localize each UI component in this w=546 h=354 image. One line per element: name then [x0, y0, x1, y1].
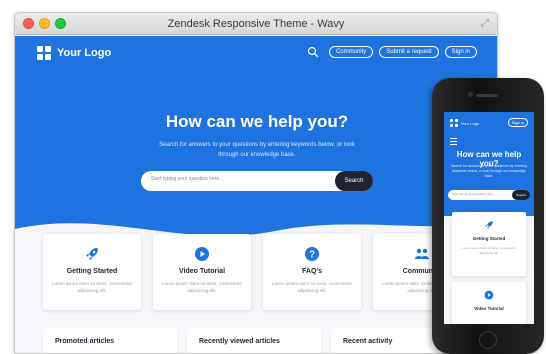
phone-card-getting-started[interactable]: Getting Started Lorem ipsum dolor sit am…: [452, 212, 526, 276]
question-icon: ?: [305, 247, 319, 261]
search-input[interactable]: [151, 176, 321, 182]
category-card-getting-started[interactable]: Getting Started Lorem ipsum dolor sit am…: [43, 234, 141, 310]
fullscreen-icon[interactable]: ⤢: [481, 18, 489, 29]
play-icon: [484, 290, 494, 300]
phone-card-description: Lorem ipsum dolor sit amet, consectetur …: [462, 246, 516, 255]
window-title: Zendesk Responsive Theme - Wavy: [167, 18, 345, 30]
hero-title: How can we help you?: [165, 112, 349, 131]
site-logo[interactable]: Your Logo: [37, 46, 111, 60]
phone-screen: Your Logo Sign in How can we help you? S…: [444, 112, 534, 324]
section-title: Recently viewed articles: [199, 338, 280, 345]
phone-hero: Your Logo Sign in How can we help you? S…: [444, 112, 534, 216]
section-title: Recent activity: [343, 338, 393, 345]
hero-subtitle: Search for answers to your questions by …: [159, 142, 355, 158]
promoted-articles-section: Promoted articles: [43, 328, 177, 353]
phone-card-video-tutorial[interactable]: Video Tutorial: [452, 282, 526, 324]
browser-window: Zendesk Responsive Theme - Wavy ⤢ Your L…: [14, 12, 498, 354]
people-icon: [415, 248, 429, 259]
phone-logo-text: Your Logo: [461, 120, 480, 126]
logo-text: Your Logo: [57, 47, 112, 59]
phone-logo[interactable]: Your Logo: [450, 119, 479, 127]
search-bar: Search: [141, 171, 373, 191]
top-nav: Community Submit a request Sign in: [307, 46, 477, 58]
window-titlebar: Zendesk Responsive Theme - Wavy ⤢: [15, 13, 497, 35]
rocket-icon: [86, 248, 98, 260]
section-title: Promoted articles: [55, 338, 115, 345]
phone-hero-subtitle: Search for answers to your questions by …: [450, 164, 528, 178]
sign-in-button[interactable]: Sign in: [444, 46, 477, 58]
svg-text:?: ?: [309, 250, 315, 261]
category-card-faqs[interactable]: ? FAQ's Lorem ipsum dolor sit amet, cons…: [263, 234, 361, 310]
logo-icon: [37, 46, 51, 60]
phone-speaker: [476, 94, 498, 97]
phone-search-input[interactable]: Start typing your question here...: [452, 192, 495, 196]
phone-search-button[interactable]: Search: [512, 190, 530, 200]
card-description: Lorem ipsum dolor sit amet, consectetur …: [271, 281, 353, 293]
phone-card-title: Getting Started: [472, 236, 506, 241]
search-button[interactable]: Search: [335, 171, 373, 191]
card-title: Getting Started: [66, 268, 118, 275]
play-icon: [195, 247, 209, 261]
search-icon[interactable]: [307, 46, 319, 58]
logo-icon: [450, 119, 458, 127]
card-title: FAQ's: [302, 268, 322, 275]
submit-request-button[interactable]: Submit a request: [379, 46, 439, 58]
card-description: Lorem ipsum dolor sit amet, consectetur …: [51, 281, 133, 293]
phone-sign-in-button[interactable]: Sign in: [507, 118, 528, 127]
phone-search-bar: Start typing your question here... Searc…: [448, 190, 530, 200]
card-description: Lorem ipsum dolor sit amet, consectetur …: [161, 281, 243, 293]
community-button[interactable]: Community: [328, 46, 374, 58]
rocket-icon: [485, 221, 493, 229]
card-title: Video Tutorial: [178, 268, 226, 275]
phone-mockup: Your Logo Sign in How can we help you? S…: [432, 78, 544, 354]
recently-viewed-section: Recently viewed articles: [187, 328, 321, 353]
menu-icon[interactable]: [450, 138, 457, 145]
phone-card-title: Video Tutorial: [474, 306, 504, 311]
phone-home-button[interactable]: [479, 331, 497, 349]
phone-camera: [468, 92, 473, 97]
stage: Zendesk Responsive Theme - Wavy ⤢ Your L…: [0, 0, 546, 354]
category-card-video-tutorial[interactable]: Video Tutorial Lorem ipsum dolor sit ame…: [153, 234, 251, 310]
